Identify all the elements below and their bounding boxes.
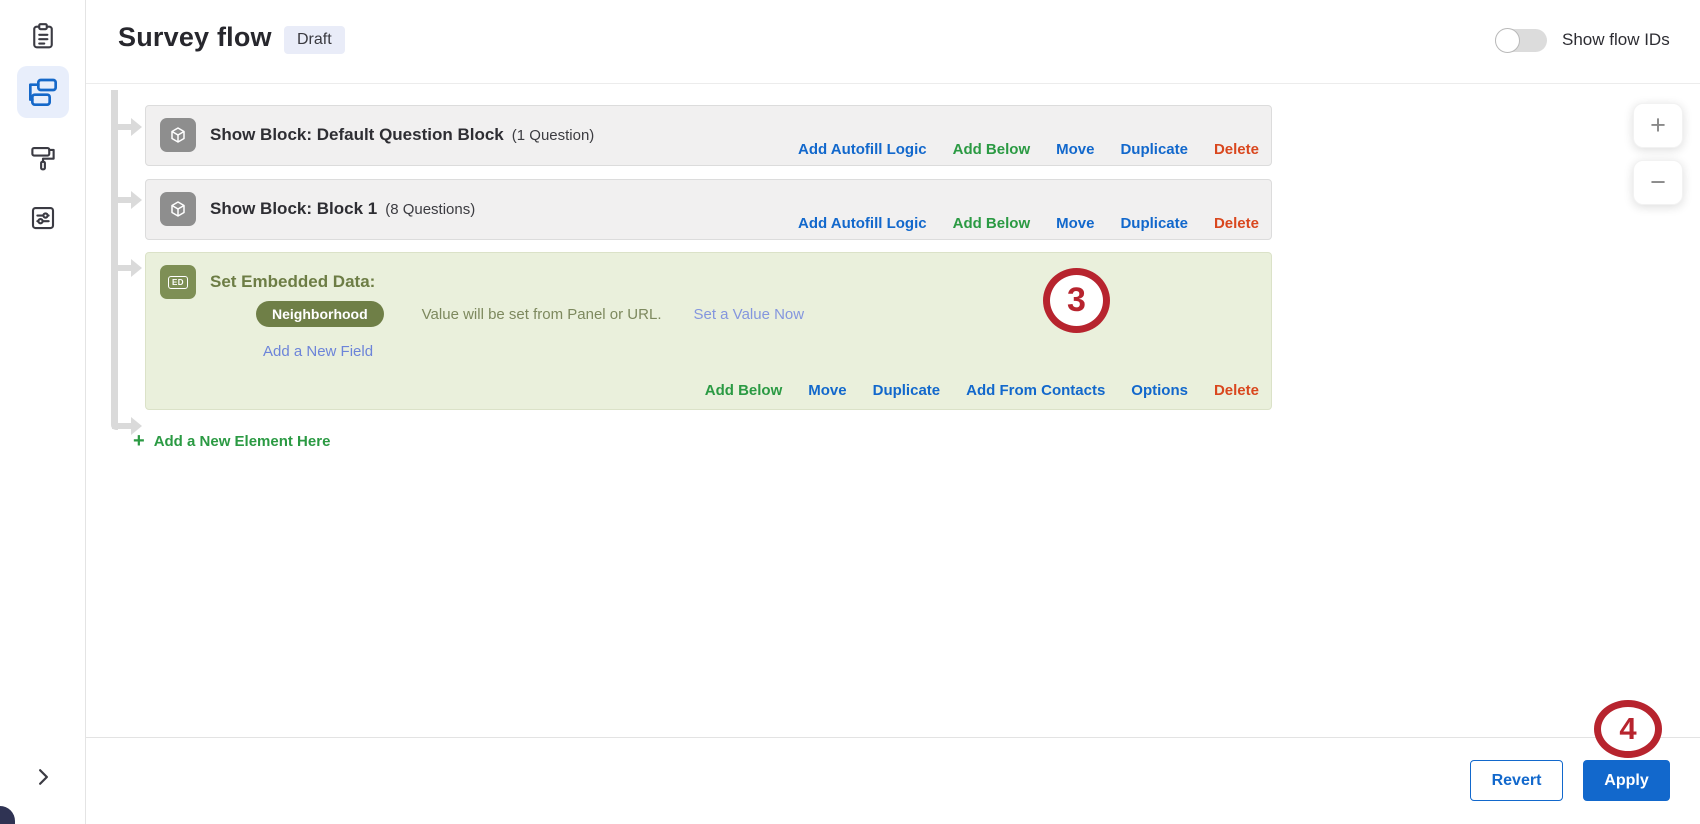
block-actions: Add Autofill Logic Add Below Move Duplic… <box>798 141 1259 158</box>
survey-flow-page: Survey flow Draft Show flow IDs Show Blo… <box>0 0 1700 824</box>
add-new-field-link[interactable]: Add a New Field <box>263 343 373 360</box>
add-new-element-link[interactable]: + Add a New Element Here <box>133 431 330 451</box>
move-link[interactable]: Move <box>1056 141 1094 158</box>
block-title-text: Show Block: Default Question Block <box>210 125 504 145</box>
add-autofill-logic-link[interactable]: Add Autofill Logic <box>798 141 927 158</box>
minus-icon: − <box>1650 167 1666 198</box>
embedded-data-actions: Add Below Move Duplicate Add From Contac… <box>705 382 1259 399</box>
block-title: Show Block: Block 1 (8 Questions) <box>210 192 475 226</box>
add-below-link[interactable]: Add Below <box>953 141 1031 158</box>
duplicate-link[interactable]: Duplicate <box>873 382 941 399</box>
duplicate-link[interactable]: Duplicate <box>1120 215 1188 232</box>
add-autofill-logic-link[interactable]: Add Autofill Logic <box>798 215 927 232</box>
move-link[interactable]: Move <box>1056 215 1094 232</box>
field-value-text: Value will be set from Panel or URL. <box>422 306 662 323</box>
field-name-pill[interactable]: Neighborhood <box>256 301 384 327</box>
embedded-data-icon-label: ED <box>168 276 188 289</box>
add-below-link[interactable]: Add Below <box>705 382 783 399</box>
move-link[interactable]: Move <box>808 382 846 399</box>
flow-branch-arrow-icon <box>118 259 144 277</box>
corner-decoration <box>0 806 15 824</box>
survey-options-icon[interactable] <box>25 200 61 236</box>
left-sidebar <box>0 0 86 824</box>
flow-branch-arrow-icon <box>118 191 144 209</box>
show-flow-ids-toggle[interactable] <box>1495 29 1547 52</box>
delete-link[interactable]: Delete <box>1214 215 1259 232</box>
delete-link[interactable]: Delete <box>1214 382 1259 399</box>
zoom-in-button[interactable]: + <box>1633 103 1683 148</box>
status-badge: Draft <box>284 26 345 54</box>
options-link[interactable]: Options <box>1131 382 1188 399</box>
look-and-feel-icon[interactable] <box>25 140 61 176</box>
flow-element-show-block-default[interactable]: Show Block: Default Question Block (1 Qu… <box>145 105 1272 166</box>
footer-divider <box>86 737 1700 738</box>
block-question-count: (1 Question) <box>512 127 595 144</box>
survey-flow-icon[interactable] <box>17 66 69 118</box>
block-question-count: (8 Questions) <box>385 201 475 218</box>
block-title-text: Show Block: Block 1 <box>210 199 377 219</box>
flow-element-embedded-data[interactable]: ED Set Embedded Data: Neighborhood Value… <box>145 252 1272 410</box>
show-flow-ids-label: Show flow IDs <box>1562 30 1670 50</box>
toggle-knob <box>1495 28 1520 53</box>
annotation-step-4: 4 <box>1594 700 1662 758</box>
cube-icon <box>160 192 196 226</box>
plus-icon: + <box>1650 110 1666 141</box>
annotation-step-3: 3 <box>1043 268 1110 333</box>
add-from-contacts-link[interactable]: Add From Contacts <box>966 382 1105 399</box>
flow-element-show-block-1[interactable]: Show Block: Block 1 (8 Questions) Add Au… <box>145 179 1272 240</box>
survey-builder-icon[interactable] <box>25 18 61 54</box>
flow-branch-arrow-icon <box>118 118 144 136</box>
expand-sidebar-chevron-icon[interactable] <box>29 763 57 791</box>
embedded-data-icon: ED <box>160 265 196 299</box>
apply-button[interactable]: Apply <box>1583 760 1670 801</box>
page-title: Survey flow <box>118 22 272 53</box>
add-new-element-label: Add a New Element Here <box>154 433 331 450</box>
delete-link[interactable]: Delete <box>1214 141 1259 158</box>
embedded-data-title: Set Embedded Data: <box>210 265 375 299</box>
embedded-data-field-row: Neighborhood Value will be set from Pane… <box>256 301 804 327</box>
add-below-link[interactable]: Add Below <box>953 215 1031 232</box>
revert-button[interactable]: Revert <box>1470 760 1563 801</box>
flow-connector-line <box>111 90 118 430</box>
set-value-now-link[interactable]: Set a Value Now <box>693 306 804 323</box>
block-actions: Add Autofill Logic Add Below Move Duplic… <box>798 215 1259 232</box>
block-title: Show Block: Default Question Block (1 Qu… <box>210 118 594 152</box>
zoom-out-button[interactable]: − <box>1633 160 1683 205</box>
cube-icon <box>160 118 196 152</box>
plus-icon: + <box>133 431 145 451</box>
duplicate-link[interactable]: Duplicate <box>1120 141 1188 158</box>
header-divider <box>86 83 1700 84</box>
